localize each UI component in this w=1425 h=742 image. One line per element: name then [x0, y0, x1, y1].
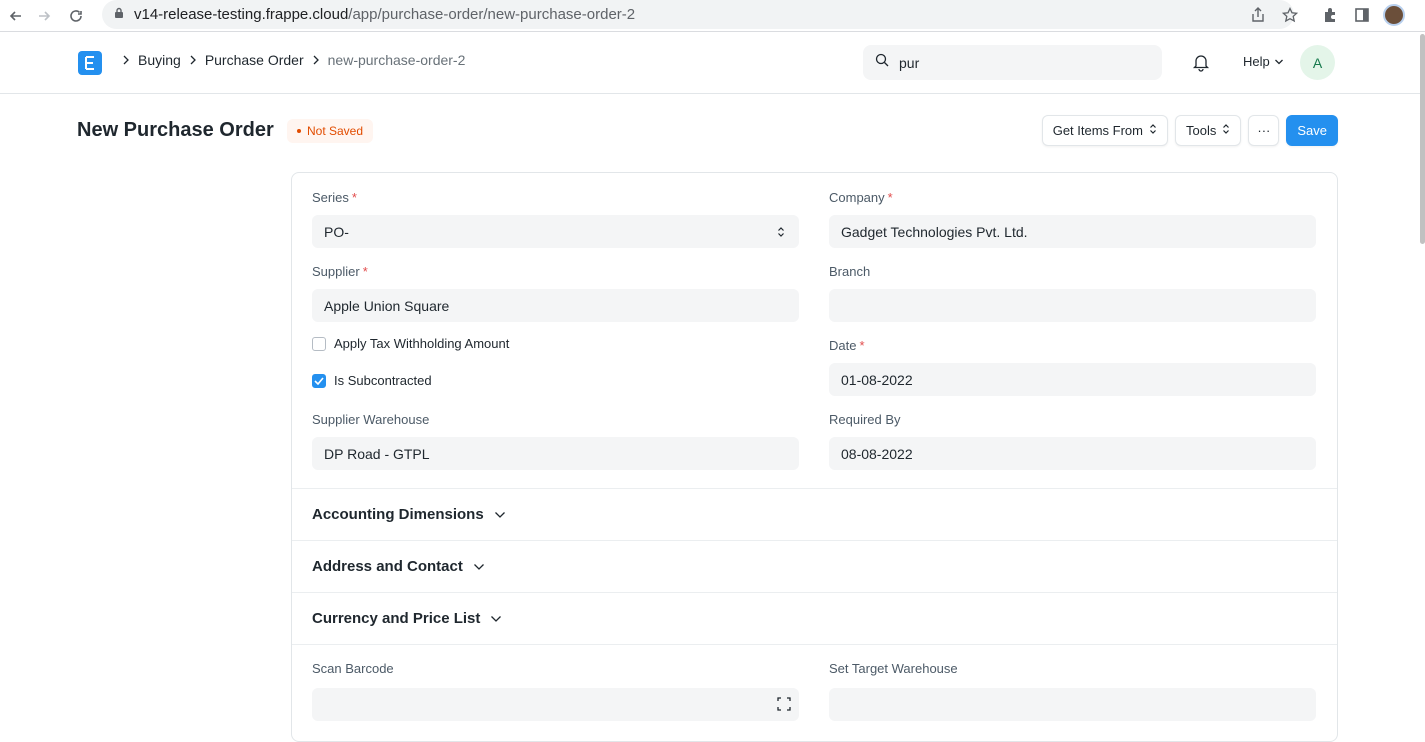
- supplier-field: Supplier * Apple Union Square: [312, 263, 799, 322]
- supplier-value: Apple Union Square: [324, 297, 450, 314]
- browser-toolbar: v14-release-testing.frappe.cloud/app/pur…: [0, 0, 1425, 32]
- branch-field: Branch: [829, 263, 1316, 322]
- set-target-warehouse-input[interactable]: [829, 688, 1316, 721]
- company-label: Company *: [829, 190, 893, 205]
- reload-icon[interactable]: [60, 0, 92, 32]
- chevron-right-icon: [189, 55, 197, 65]
- date-input[interactable]: 01-08-2022: [829, 363, 1316, 396]
- app-logo-icon[interactable]: [78, 51, 102, 75]
- company-value: Gadget Technologies Pvt. Ltd.: [841, 223, 1028, 240]
- page-actions: Get Items From Tools ··· Save: [1041, 115, 1338, 146]
- chevron-down-icon: [490, 615, 502, 623]
- search-icon: [875, 53, 889, 72]
- supplier-warehouse-input[interactable]: DP Road - GTPL: [312, 437, 799, 470]
- app-navbar: Buying Purchase Order new-purchase-order…: [0, 33, 1425, 94]
- branch-input[interactable]: [829, 289, 1316, 322]
- section-title: Accounting Dimensions: [312, 506, 484, 523]
- chevron-down-icon: [473, 563, 485, 571]
- apply-tax-label: Apply Tax Withholding Amount: [334, 336, 510, 351]
- required-by-field: Required By 08-08-2022: [829, 411, 1316, 470]
- company-input[interactable]: Gadget Technologies Pvt. Ltd.: [829, 215, 1316, 248]
- series-value: PO-: [324, 223, 349, 240]
- is-subcontracted-checkbox-row[interactable]: Is Subcontracted: [312, 373, 432, 388]
- select-arrows-icon: [1149, 123, 1157, 138]
- section-currency-and-price-list[interactable]: Currency and Price List: [292, 592, 1337, 644]
- address-bar[interactable]: v14-release-testing.frappe.cloud/app/pur…: [102, 0, 1294, 29]
- series-label: Series *: [312, 190, 357, 205]
- section-title: Currency and Price List: [312, 610, 481, 627]
- date-field: Date * 01-08-2022: [829, 337, 1316, 396]
- required-by-label: Required By: [829, 412, 901, 427]
- breadcrumb: Buying Purchase Order new-purchase-order…: [114, 52, 465, 68]
- date-value: 01-08-2022: [841, 371, 913, 388]
- page-head: New Purchase Order Not Saved Get Items F…: [77, 115, 1338, 147]
- forward-icon[interactable]: [28, 0, 60, 32]
- scan-barcode-label: Scan Barcode: [312, 661, 394, 676]
- scan-icon[interactable]: [777, 697, 791, 714]
- required-by-input[interactable]: 08-08-2022: [829, 437, 1316, 470]
- supplier-warehouse-label: Supplier Warehouse: [312, 412, 430, 427]
- help-dropdown[interactable]: Help: [1243, 54, 1284, 69]
- breadcrumb-current: new-purchase-order-2: [327, 52, 466, 68]
- user-avatar[interactable]: A: [1300, 45, 1335, 80]
- notification-bell-icon[interactable]: [1191, 52, 1211, 77]
- select-arrows-icon: [1222, 123, 1230, 138]
- status-badge: Not Saved: [287, 119, 374, 143]
- sidepanel-icon[interactable]: [1351, 4, 1373, 26]
- scan-barcode-input[interactable]: [312, 688, 799, 721]
- get-items-label: Get Items From: [1052, 123, 1143, 138]
- section-divider: [292, 644, 1337, 645]
- section-accounting-dimensions[interactable]: Accounting Dimensions: [292, 488, 1337, 540]
- page-scrollbar[interactable]: [1420, 34, 1425, 244]
- save-button[interactable]: Save: [1286, 115, 1338, 146]
- bookmark-star-icon[interactable]: [1279, 4, 1301, 26]
- search-input[interactable]: [899, 54, 1129, 71]
- supplier-input[interactable]: Apple Union Square: [312, 289, 799, 322]
- search-bar[interactable]: [863, 45, 1162, 80]
- series-select[interactable]: PO-: [312, 215, 799, 248]
- required-by-value: 08-08-2022: [841, 445, 913, 462]
- status-text: Not Saved: [307, 124, 364, 138]
- chevron-down-icon: [494, 511, 506, 519]
- section-title: Address and Contact: [312, 558, 463, 575]
- form-card: Series * PO- Company * Gadget Technologies…: [291, 172, 1338, 742]
- select-arrows-icon: [777, 225, 785, 241]
- chevron-down-icon: [1274, 54, 1284, 69]
- page-title: New Purchase Order: [77, 119, 274, 141]
- branch-label: Branch: [829, 264, 871, 279]
- set-target-warehouse-label: Set Target Warehouse: [829, 661, 958, 676]
- chevron-right-icon: [122, 55, 130, 65]
- supplier-warehouse-field: Supplier Warehouse DP Road - GTPL: [312, 411, 799, 470]
- section-address-and-contact[interactable]: Address and Contact: [292, 540, 1337, 592]
- help-label: Help: [1243, 54, 1270, 69]
- date-label: Date *: [829, 338, 865, 353]
- more-actions-button[interactable]: ···: [1248, 115, 1280, 146]
- tools-label: Tools: [1186, 123, 1217, 138]
- url-text: v14-release-testing.frappe.cloud/app/pur…: [134, 6, 636, 23]
- tools-button[interactable]: Tools: [1175, 115, 1242, 146]
- lock-icon: [114, 6, 124, 24]
- company-field: Company * Gadget Technologies Pvt. Ltd.: [829, 189, 1316, 248]
- apply-tax-checkbox-row[interactable]: Apply Tax Withholding Amount: [312, 336, 509, 351]
- scan-barcode-field: Scan Barcode: [312, 660, 799, 721]
- apply-tax-checkbox[interactable]: [312, 336, 326, 351]
- supplier-label: Supplier *: [312, 264, 368, 279]
- chevron-right-icon: [312, 55, 320, 65]
- breadcrumb-buying[interactable]: Buying: [138, 52, 181, 68]
- status-dot-icon: [297, 129, 301, 133]
- set-target-warehouse-field: Set Target Warehouse: [829, 660, 1316, 721]
- series-field: Series * PO-: [312, 189, 799, 248]
- extensions-icon[interactable]: [1319, 4, 1341, 26]
- get-items-from-button[interactable]: Get Items From: [1041, 115, 1168, 146]
- is-subcontracted-label: Is Subcontracted: [334, 373, 432, 388]
- supplier-warehouse-value: DP Road - GTPL: [324, 445, 430, 462]
- share-icon[interactable]: [1247, 4, 1269, 26]
- is-subcontracted-checkbox[interactable]: [312, 373, 326, 388]
- profile-avatar[interactable]: [1383, 4, 1405, 26]
- breadcrumb-purchase-order[interactable]: Purchase Order: [205, 52, 304, 68]
